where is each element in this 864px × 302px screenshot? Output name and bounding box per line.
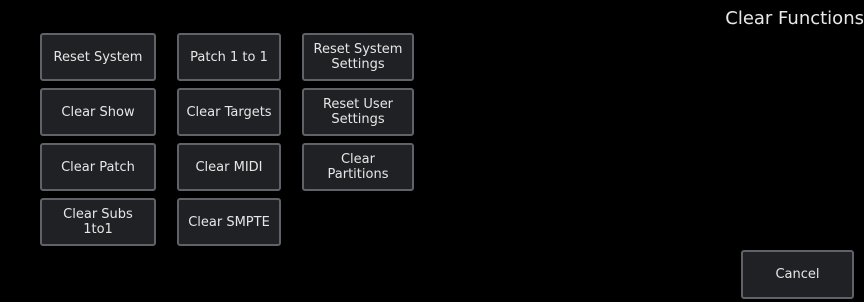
clear-subs-1to1-button[interactable]: Clear Subs 1to1 [40,198,156,246]
patch-1-to-1-button[interactable]: Patch 1 to 1 [177,33,281,81]
cancel-button[interactable]: Cancel [741,250,854,299]
clear-smpte-button[interactable]: Clear SMPTE [177,198,281,246]
page-title: Clear Functions [725,8,864,29]
clear-show-button[interactable]: Clear Show [40,88,156,136]
reset-system-settings-button[interactable]: Reset System Settings [302,33,414,81]
clear-midi-button[interactable]: Clear MIDI [177,143,281,191]
clear-targets-button[interactable]: Clear Targets [177,88,281,136]
reset-system-button[interactable]: Reset System [40,33,156,81]
clear-partitions-button[interactable]: Clear Partitions [302,143,414,191]
clear-functions-panel: Clear Functions Reset System Patch 1 to … [0,0,864,302]
reset-user-settings-button[interactable]: Reset User Settings [302,88,414,136]
clear-functions-button-grid: Reset System Patch 1 to 1 Reset System S… [40,33,414,246]
clear-patch-button[interactable]: Clear Patch [40,143,156,191]
